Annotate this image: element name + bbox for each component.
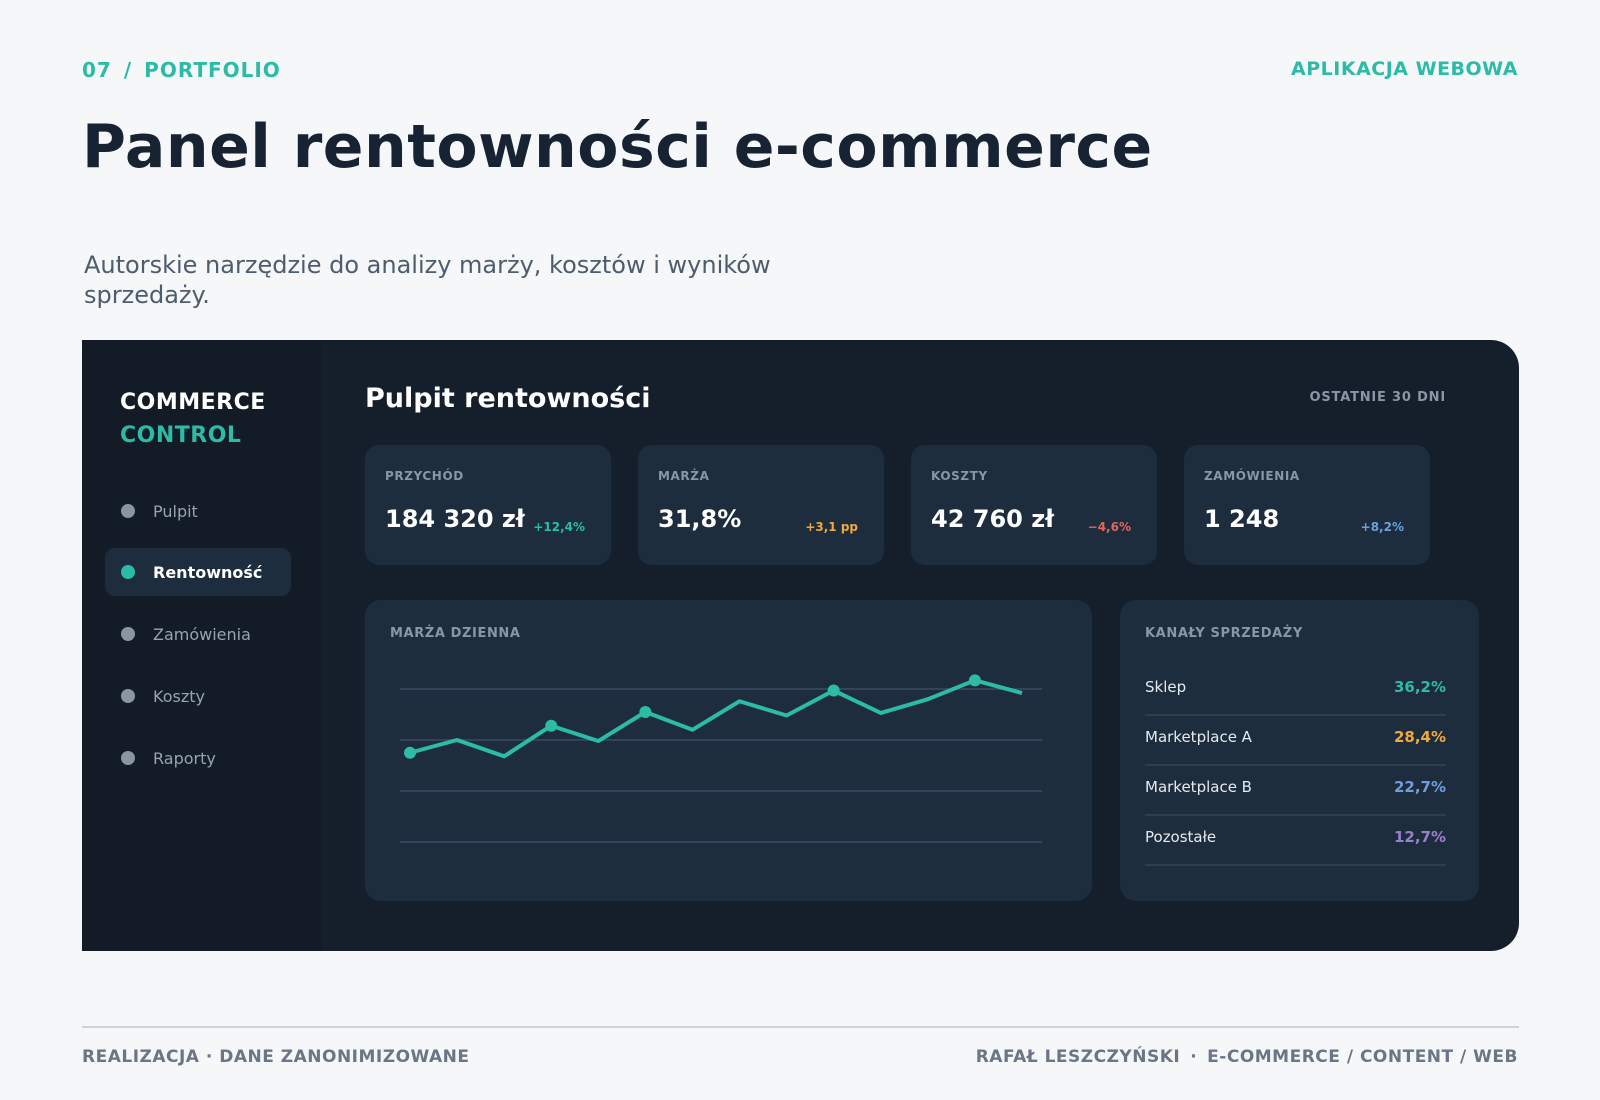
brand-line-2: CONTROL xyxy=(120,423,242,448)
kpi-value: 31,8% xyxy=(658,505,742,533)
dashboard-title: Pulpit rentowności xyxy=(365,383,651,414)
sidebar-item-raporty[interactable]: Raporty xyxy=(105,734,291,782)
footer-author: RAFAŁ LESZCZYŃSKI xyxy=(975,1047,1181,1067)
section-number: 07 xyxy=(82,58,112,82)
page-subtitle: Autorskie narzędzie do analizy marży, ko… xyxy=(84,251,771,309)
channel-share: 12,7% xyxy=(1393,828,1446,846)
chart-series-line xyxy=(409,678,1023,759)
footer-divider xyxy=(82,1026,1519,1028)
kpi-delta: +12,4% xyxy=(533,520,585,534)
channel-name: Sklep xyxy=(1145,678,1187,696)
dot-icon xyxy=(121,627,135,641)
chart-point[interactable] xyxy=(639,705,652,718)
kpi-card-margin: MARŻA 31,8% +3,1 pp xyxy=(638,445,884,565)
page-title: Panel rentowności e-commerce xyxy=(82,112,1153,182)
footer-credits: RAFAŁ LESZCZYŃSKI · E-COMMERCE / CONTENT /… xyxy=(976,1047,1518,1067)
channels-title: KANAŁY SPRZEDAŻY xyxy=(1145,626,1303,641)
kpi-card-revenue: PRZYCHÓD 184 320 zł +12,4% xyxy=(365,445,611,565)
kpi-delta: +8,2% xyxy=(1360,520,1404,534)
chart-point[interactable] xyxy=(545,719,558,732)
kpi-delta: +3,1 pp xyxy=(805,520,858,534)
sidebar-item-label: Pulpit xyxy=(153,501,198,521)
channel-name: Marketplace B xyxy=(1145,778,1252,796)
channel-row-marketplace-a: Marketplace A 28,4% xyxy=(1145,714,1446,766)
dot-icon xyxy=(121,689,135,703)
daily-margin-chart-card: MARŻA DZIENNA xyxy=(365,600,1092,901)
chart-point[interactable] xyxy=(404,746,416,759)
footer-dot: · xyxy=(1190,1047,1198,1067)
app-window: COMMERCE CONTROL Pulpit Rentowność Zamów… xyxy=(82,340,1519,951)
brand-logo: COMMERCE CONTROL xyxy=(120,390,266,448)
channel-name: Pozostałe xyxy=(1145,828,1217,846)
channel-row-marketplace-b: Marketplace B 22,7% xyxy=(1145,764,1446,816)
sidebar-item-pulpit[interactable]: Pulpit xyxy=(105,487,291,535)
channel-row-pozostale: Pozostałe 12,7% xyxy=(1145,814,1446,866)
project-type: APLIKACJA WEBOWA xyxy=(1291,58,1518,80)
brand-line-1: COMMERCE xyxy=(120,390,266,415)
kpi-value: 1 248 xyxy=(1204,505,1280,533)
kpi-delta: −4,6% xyxy=(1087,520,1131,534)
sidebar-item-zamowienia[interactable]: Zamówienia xyxy=(105,610,291,658)
channel-share: 28,4% xyxy=(1393,728,1446,746)
sidebar-item-label: Rentowność xyxy=(153,562,263,582)
sidebar-item-label: Zamówienia xyxy=(153,624,251,644)
dot-icon xyxy=(121,751,135,765)
kpi-value: 42 760 zł xyxy=(931,505,1055,533)
sidebar-item-koszty[interactable]: Koszty xyxy=(105,672,291,720)
kpi-card-orders: ZAMÓWIENIA 1 248 +8,2% xyxy=(1184,445,1430,565)
kpi-label: PRZYCHÓD xyxy=(385,469,464,483)
chart-point[interactable] xyxy=(827,684,840,697)
kpi-label: ZAMÓWIENIA xyxy=(1204,469,1300,483)
sidebar-item-rentownosc[interactable]: Rentowność xyxy=(105,548,291,596)
footer-tags: E-COMMERCE / CONTENT / WEB xyxy=(1207,1047,1518,1067)
channel-share: 22,7% xyxy=(1393,778,1446,796)
kpi-label: KOSZTY xyxy=(931,469,988,483)
channel-share: 36,2% xyxy=(1393,678,1446,696)
sidebar-item-label: Koszty xyxy=(153,686,205,706)
section-separator: / xyxy=(123,58,133,82)
section-name: PORTFOLIO xyxy=(144,58,281,82)
sales-channels-card: KANAŁY SPRZEDAŻY Sklep 36,2% Marketplace… xyxy=(1120,600,1479,901)
dot-icon xyxy=(121,504,135,518)
channel-name: Marketplace A xyxy=(1145,728,1252,746)
chart-point[interactable] xyxy=(968,674,981,687)
sidebar: COMMERCE CONTROL Pulpit Rentowność Zamów… xyxy=(82,340,321,951)
sidebar-item-label: Raporty xyxy=(153,748,216,768)
period-selector[interactable]: OSTATNIE 30 DNI xyxy=(1310,390,1446,405)
kpi-value: 184 320 zł xyxy=(385,505,525,533)
daily-margin-chart xyxy=(400,674,1042,843)
kpi-card-costs: KOSZTY 42 760 zł −4,6% xyxy=(911,445,1157,565)
kpi-label: MARŻA xyxy=(658,469,710,483)
dot-icon xyxy=(121,565,135,579)
channel-row-sklep: Sklep 36,2% xyxy=(1145,664,1446,716)
footer-note: REALIZACJA · DANE ZANONIMIZOWANE xyxy=(82,1047,470,1067)
section-label: 07 / PORTFOLIO xyxy=(82,58,281,82)
